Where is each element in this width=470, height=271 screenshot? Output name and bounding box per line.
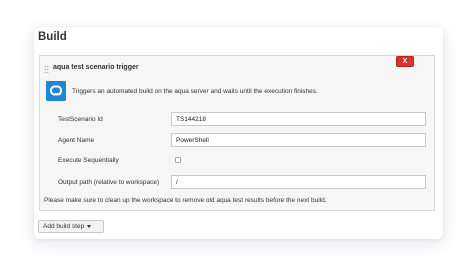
scenario-id-input[interactable] (171, 112, 426, 126)
execute-sequentially-checkbox[interactable] (175, 157, 181, 163)
add-build-step-label: Add build step (43, 223, 85, 230)
section-title: Build (38, 31, 67, 43)
aqua-logo-icon (46, 81, 66, 101)
delete-step-button[interactable]: X (396, 56, 414, 67)
step-description: Triggers an automated build on the aqua … (72, 88, 318, 95)
scenario-id-label: TestScenario Id (58, 116, 103, 123)
execute-sequentially-label: Execute Sequentially (58, 157, 119, 164)
agent-name-label: Agent Name (58, 137, 95, 144)
output-path-label: Output path (relative to workspace) (58, 179, 160, 186)
cleanup-note: Please make sure to clean up the workspa… (44, 197, 327, 204)
output-path-input[interactable] (171, 175, 426, 189)
agent-name-input[interactable] (171, 133, 426, 147)
build-step-title: aqua test scenario trigger (53, 64, 139, 71)
add-build-step-button[interactable]: Add build step (38, 220, 104, 233)
drag-handle-icon[interactable] (44, 65, 49, 74)
chevron-down-icon (87, 224, 92, 228)
